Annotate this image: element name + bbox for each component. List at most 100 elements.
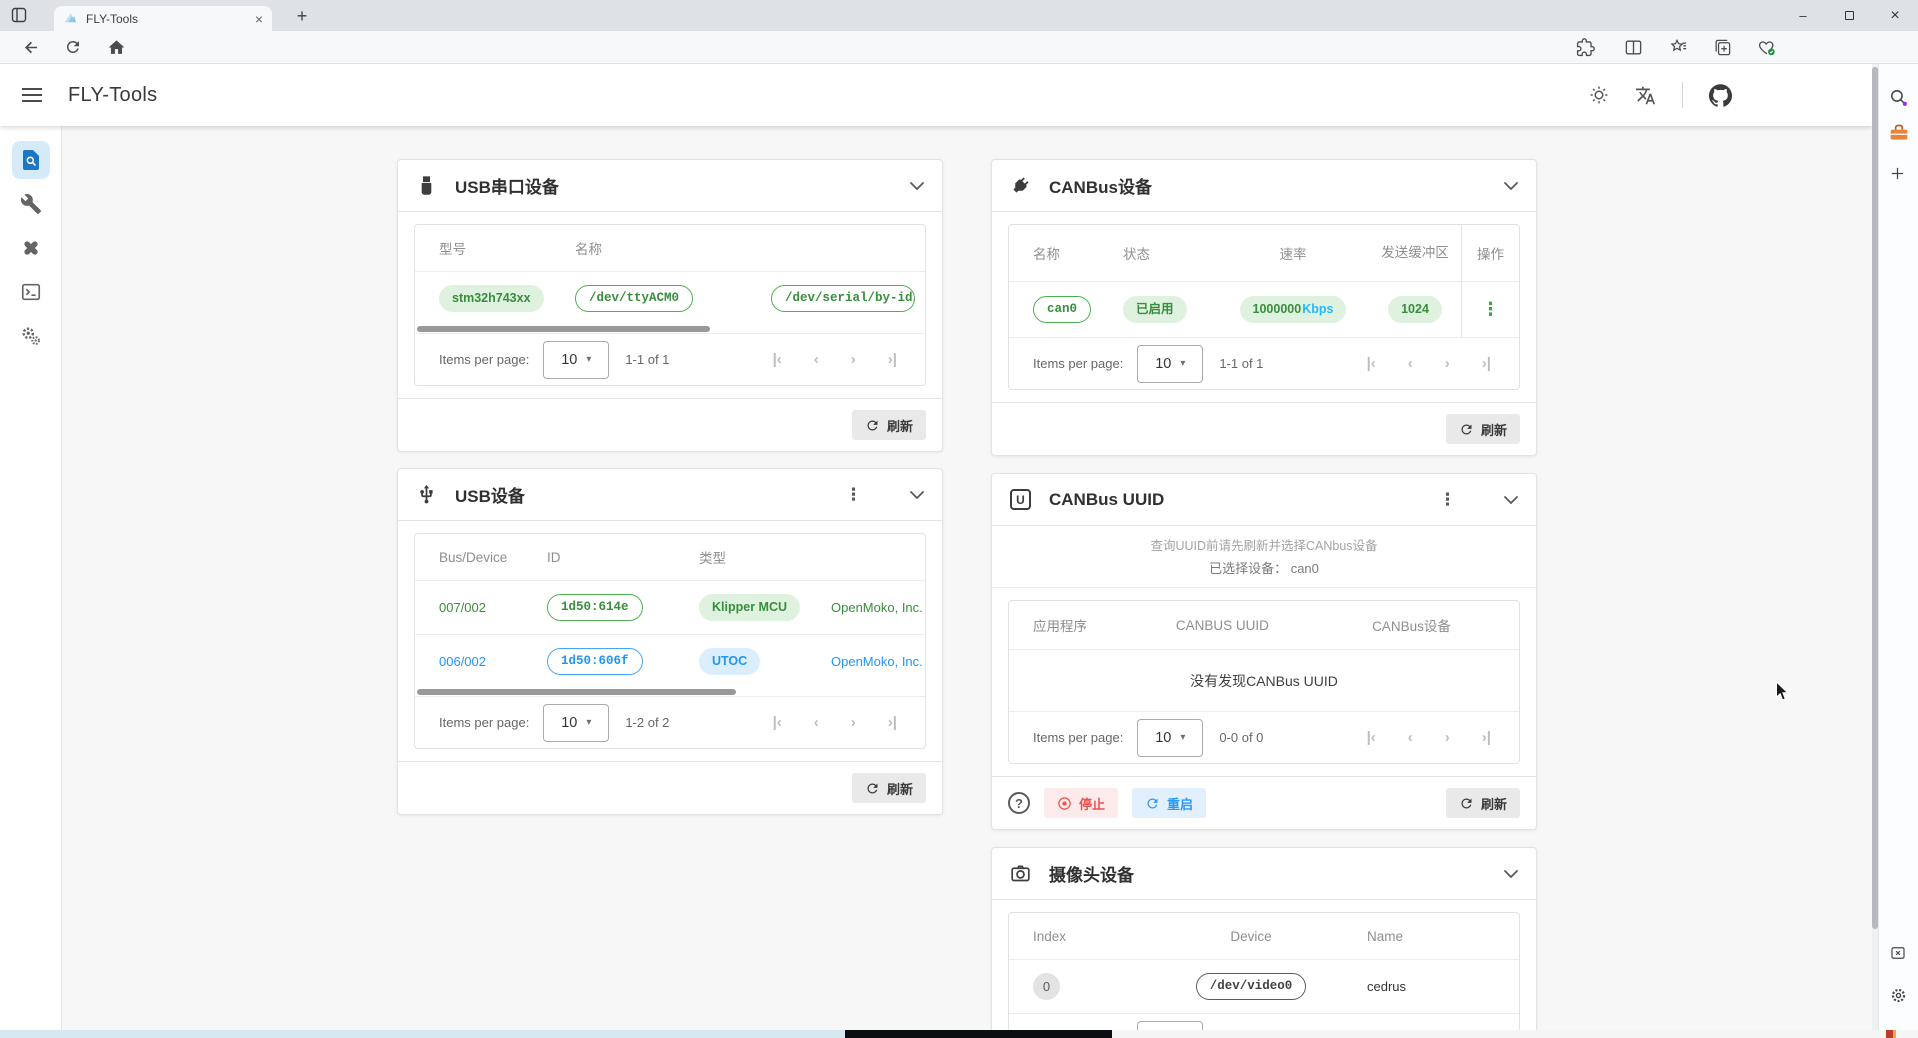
usb-vendor: OpenMoko, Inc. s [821, 600, 925, 615]
first-page-button[interactable]: |‹ [1367, 729, 1376, 746]
page-range: 1-1 of 1 [625, 352, 669, 367]
nav-terminal[interactable] [12, 273, 50, 311]
prev-page-button[interactable]: ‹ [814, 714, 819, 731]
nav-repair[interactable] [12, 229, 50, 267]
page-size-select[interactable]: 10▾ [543, 341, 609, 379]
restart-label: 重启 [1167, 794, 1193, 813]
chevron-down-icon[interactable] [1504, 182, 1518, 190]
refresh-button[interactable]: 刷新 [1446, 788, 1520, 818]
usb-flash-drive-icon [416, 175, 437, 196]
table-row[interactable]: 0 /dev/video0 cedrus [1009, 959, 1519, 1013]
back-icon[interactable] [22, 38, 41, 57]
github-icon[interactable] [1709, 84, 1732, 107]
next-page-button[interactable]: › [1445, 355, 1450, 372]
chevron-down-icon[interactable] [910, 182, 924, 190]
window-close-button[interactable]: × [1872, 0, 1918, 31]
refresh-button[interactable]: 刷新 [1446, 414, 1520, 444]
sidebar-screenshot-icon[interactable] [1889, 944, 1907, 962]
page-size-select[interactable]: 10▾ [1137, 1021, 1203, 1031]
file-search-icon [19, 148, 43, 172]
sidebar-settings-gear-icon[interactable] [1889, 986, 1908, 1005]
table-row[interactable]: can0 已启用 1000000Kbps 1024 ⋮ [1009, 281, 1519, 337]
scroll-thumb[interactable] [417, 689, 736, 695]
first-page-button[interactable]: |‹ [773, 714, 782, 731]
card-title: USB设备 [455, 482, 827, 507]
kebab-menu-icon[interactable]: ⋮ [845, 486, 862, 503]
stop-button[interactable]: 停止 [1044, 788, 1118, 818]
chevron-down-icon[interactable] [910, 491, 924, 499]
extensions-icon[interactable] [1576, 38, 1595, 57]
theme-brightness-icon[interactable] [1589, 85, 1609, 105]
canbus-table: 名称 状态 速率 发送缓冲区 操作 can0 已启用 1000000Kbps 1… [1008, 224, 1520, 390]
tab-workspaces-icon[interactable] [11, 7, 27, 23]
nav-device-search[interactable] [12, 141, 50, 179]
tab-close-icon[interactable]: × [255, 12, 263, 26]
refresh-icon [865, 781, 880, 796]
page-size-select[interactable]: 10▾ [1137, 719, 1203, 757]
nav-tools[interactable] [12, 185, 50, 223]
refresh-label: 刷新 [887, 779, 913, 798]
terminal-icon [20, 281, 42, 303]
prev-page-button[interactable]: ‹ [1408, 355, 1413, 372]
first-page-button[interactable]: |‹ [773, 351, 782, 368]
sidebar-tools-icon[interactable] [1889, 124, 1909, 142]
browser-essentials-icon[interactable] [1757, 38, 1777, 57]
chevron-down-icon[interactable] [1504, 496, 1518, 504]
col-header: Name [1357, 929, 1519, 944]
page-size-select[interactable]: 10▾ [543, 704, 609, 742]
table-row[interactable]: stm32h743xx /dev/ttyACM0 /dev/serial/by-… [415, 271, 925, 325]
usb-id-chip: 1d50:614e [547, 594, 643, 621]
menu-hamburger-icon[interactable] [22, 88, 42, 102]
chevron-down-icon[interactable] [1504, 870, 1518, 878]
model-chip: stm32h743xx [439, 285, 544, 312]
help-icon[interactable]: ? [1008, 792, 1030, 814]
new-tab-button[interactable]: + [290, 4, 314, 28]
sidebar-add-icon[interactable] [1889, 165, 1906, 182]
sidebar-search-icon[interactable] [1889, 88, 1908, 107]
table-row[interactable]: 007/002 1d50:614e Klipper MCU OpenMoko, … [415, 580, 925, 634]
refresh-icon [1459, 422, 1474, 437]
browser-tab[interactable]: FLY-Tools × [54, 6, 272, 31]
table-row[interactable]: 006/002 1d50:606f UTOC OpenMoko, Inc. C [415, 634, 925, 688]
col-header: CANBus设备 [1362, 615, 1519, 635]
favorites-icon[interactable] [1669, 38, 1689, 57]
window-minimize-button[interactable]: – [1780, 0, 1826, 31]
home-icon[interactable] [107, 38, 126, 57]
last-page-button[interactable]: ›| [1482, 355, 1491, 372]
horizontal-scrollbar[interactable] [417, 688, 923, 696]
collections-icon[interactable] [1713, 38, 1732, 57]
translate-icon[interactable] [1635, 85, 1656, 106]
kebab-menu-icon[interactable]: ⋮ [1439, 491, 1456, 508]
last-page-button[interactable]: ›| [888, 714, 897, 731]
row-actions-kebab-icon[interactable]: ⋮ [1482, 299, 1500, 320]
nav-settings[interactable] [12, 317, 50, 355]
next-page-button[interactable]: › [851, 351, 856, 368]
prev-page-button[interactable]: ‹ [1408, 729, 1413, 746]
items-per-page-label: Items per page: [439, 715, 529, 730]
prev-page-button[interactable]: ‹ [814, 351, 819, 368]
col-header: 型号 [415, 238, 565, 258]
last-page-button[interactable]: ›| [888, 351, 897, 368]
reload-icon[interactable] [64, 38, 82, 56]
refresh-button[interactable]: 刷新 [852, 773, 926, 803]
col-header: Index [1009, 929, 1145, 944]
split-screen-icon[interactable] [1624, 38, 1643, 57]
uuid-hint-text: 查询UUID前请先刷新并选择CANbus设备 [992, 535, 1536, 554]
next-page-button[interactable]: › [1445, 729, 1450, 746]
col-header: Bus/Device [415, 550, 537, 565]
first-page-button[interactable]: |‹ [1367, 355, 1376, 372]
horizontal-scrollbar[interactable] [417, 325, 923, 333]
page-size-value: 10 [1155, 730, 1171, 746]
usb-vendor: OpenMoko, Inc. C [821, 654, 925, 669]
page-size-select[interactable]: 10▾ [1137, 345, 1203, 383]
window-restore-button[interactable] [1826, 0, 1872, 31]
usb-devices-table: Bus/Device ID 类型 007/002 1d50:614e Klipp… [414, 533, 926, 749]
rate-value: 1000000 [1253, 303, 1302, 316]
refresh-button[interactable]: 刷新 [852, 410, 926, 440]
can-status-chip: 已启用 [1123, 296, 1187, 323]
restart-button[interactable]: 重启 [1132, 788, 1206, 818]
can-rate-chip: 1000000Kbps [1240, 296, 1347, 323]
scroll-thumb[interactable] [417, 326, 710, 332]
next-page-button[interactable]: › [851, 714, 856, 731]
last-page-button[interactable]: ›| [1482, 729, 1491, 746]
